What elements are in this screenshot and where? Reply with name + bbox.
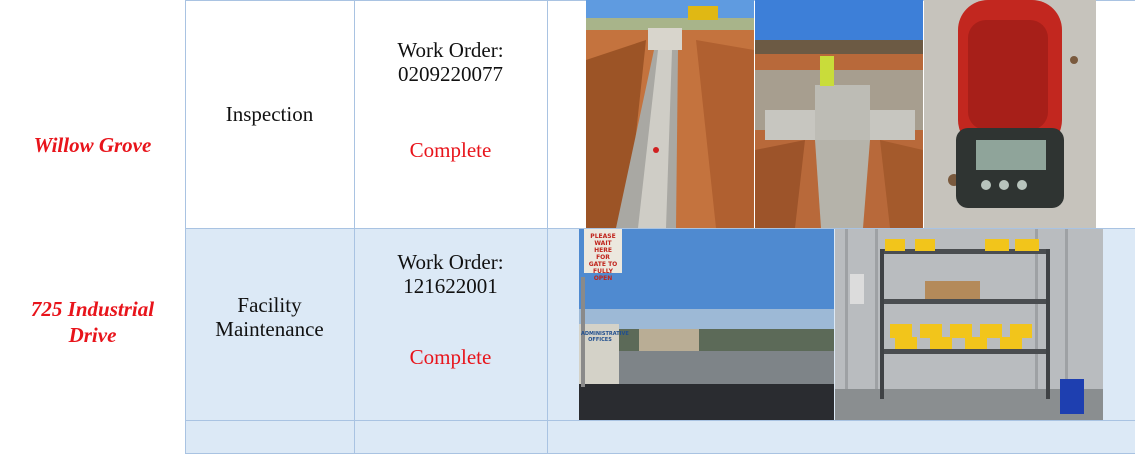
work-type-cell: Facility Maintenance	[215, 293, 324, 341]
photo-pipe-trench	[586, 0, 754, 228]
building-sign: ADMINISTRATIVE OFFICES	[581, 331, 629, 343]
status-badge: Complete	[409, 138, 492, 162]
grid-line	[185, 0, 186, 454]
work-order-cell: Work Order: 0209220077	[397, 38, 504, 86]
photo-gate-view: PLEASE WAIT HERE FOR GATE TO FULLY OPEN …	[579, 229, 834, 420]
location-label-industrial-drive: 725 Industrial Drive	[30, 297, 155, 347]
gate-sign: PLEASE WAIT HERE FOR GATE TO FULLY OPEN	[588, 233, 618, 282]
grid-line	[185, 420, 1135, 421]
status-badge: Complete	[409, 345, 492, 369]
work-type-cell: Inspection	[225, 102, 314, 126]
photo-laser-device	[924, 0, 1096, 228]
photo-storage-shelf	[835, 229, 1103, 420]
table-row-empty	[185, 420, 1135, 453]
photo-pipe-junction	[755, 0, 923, 228]
grid-line	[547, 0, 548, 454]
work-order-cell: Work Order: 121622001	[397, 250, 504, 298]
location-label-willow-grove: Willow Grove	[33, 133, 152, 157]
